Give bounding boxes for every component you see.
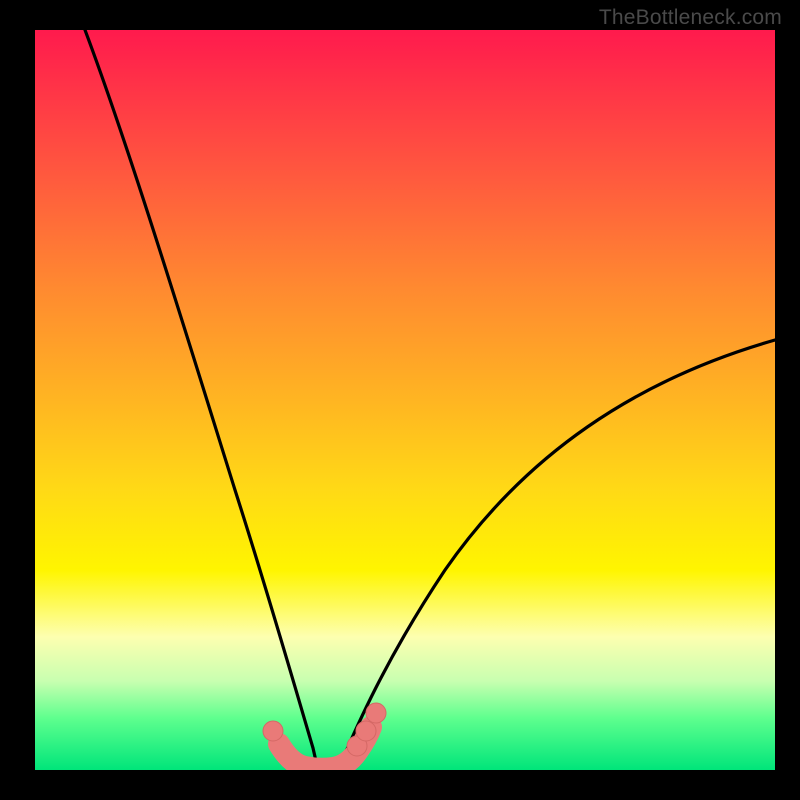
marker-dot	[366, 703, 386, 723]
chart-frame: TheBottleneck.com	[0, 0, 800, 800]
marker-dot	[263, 721, 283, 741]
left-curve	[85, 30, 318, 770]
watermark: TheBottleneck.com	[599, 6, 782, 30]
plot-area	[35, 30, 775, 770]
right-curve	[338, 340, 775, 770]
chart-svg	[35, 30, 775, 770]
marker-dot	[356, 721, 376, 741]
